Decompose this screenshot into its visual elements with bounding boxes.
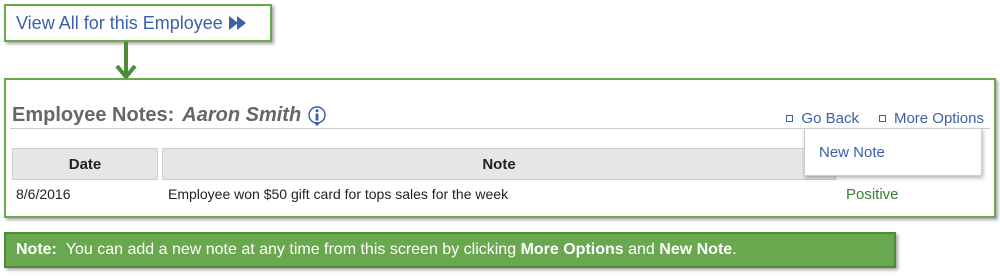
square-bullet-icon — [878, 115, 886, 122]
more-options-link[interactable]: More Options — [878, 110, 984, 127]
note-bold-new-note: New Note — [659, 241, 733, 258]
panel-actions: Go Back More Options — [786, 110, 984, 127]
note-banner: Note: You can add a new note at any time… — [4, 232, 896, 268]
new-note-label: New Note — [819, 143, 885, 161]
square-bullet-icon — [786, 115, 794, 122]
table-cell-date: 8/6/2016 — [16, 186, 71, 202]
employee-notes-panel: Employee Notes: Aaron Smith Go Back More… — [4, 78, 996, 218]
note-text-1: You can add a new note at any time from … — [65, 241, 517, 258]
note-end: . — [732, 241, 737, 258]
go-back-label: Go Back — [801, 110, 859, 127]
down-arrow-icon — [115, 42, 137, 81]
table-cell-note: Employee won $50 gift card for tops sale… — [168, 186, 509, 202]
column-header-date[interactable]: Date — [12, 148, 158, 180]
new-note-menu-item[interactable]: New Note — [804, 128, 982, 176]
view-all-label: View All for this Employee — [16, 12, 223, 33]
info-icon[interactable] — [307, 105, 327, 126]
fast-forward-icon — [228, 16, 247, 30]
go-back-link[interactable]: Go Back — [786, 110, 859, 127]
title-label: Employee Notes: — [12, 104, 175, 126]
note-bold-more-options: More Options — [520, 241, 624, 258]
page-title: Employee Notes: Aaron Smith — [12, 104, 327, 127]
view-all-employee-button[interactable]: View All for this Employee — [4, 4, 272, 42]
more-options-label: More Options — [893, 110, 984, 127]
column-header-note[interactable]: Note — [162, 148, 836, 180]
employee-name: Aaron Smith — [182, 104, 302, 126]
note-lead: Note: — [16, 241, 57, 258]
note-text-2: and — [628, 241, 655, 258]
table-cell-status: Positive — [846, 186, 899, 203]
